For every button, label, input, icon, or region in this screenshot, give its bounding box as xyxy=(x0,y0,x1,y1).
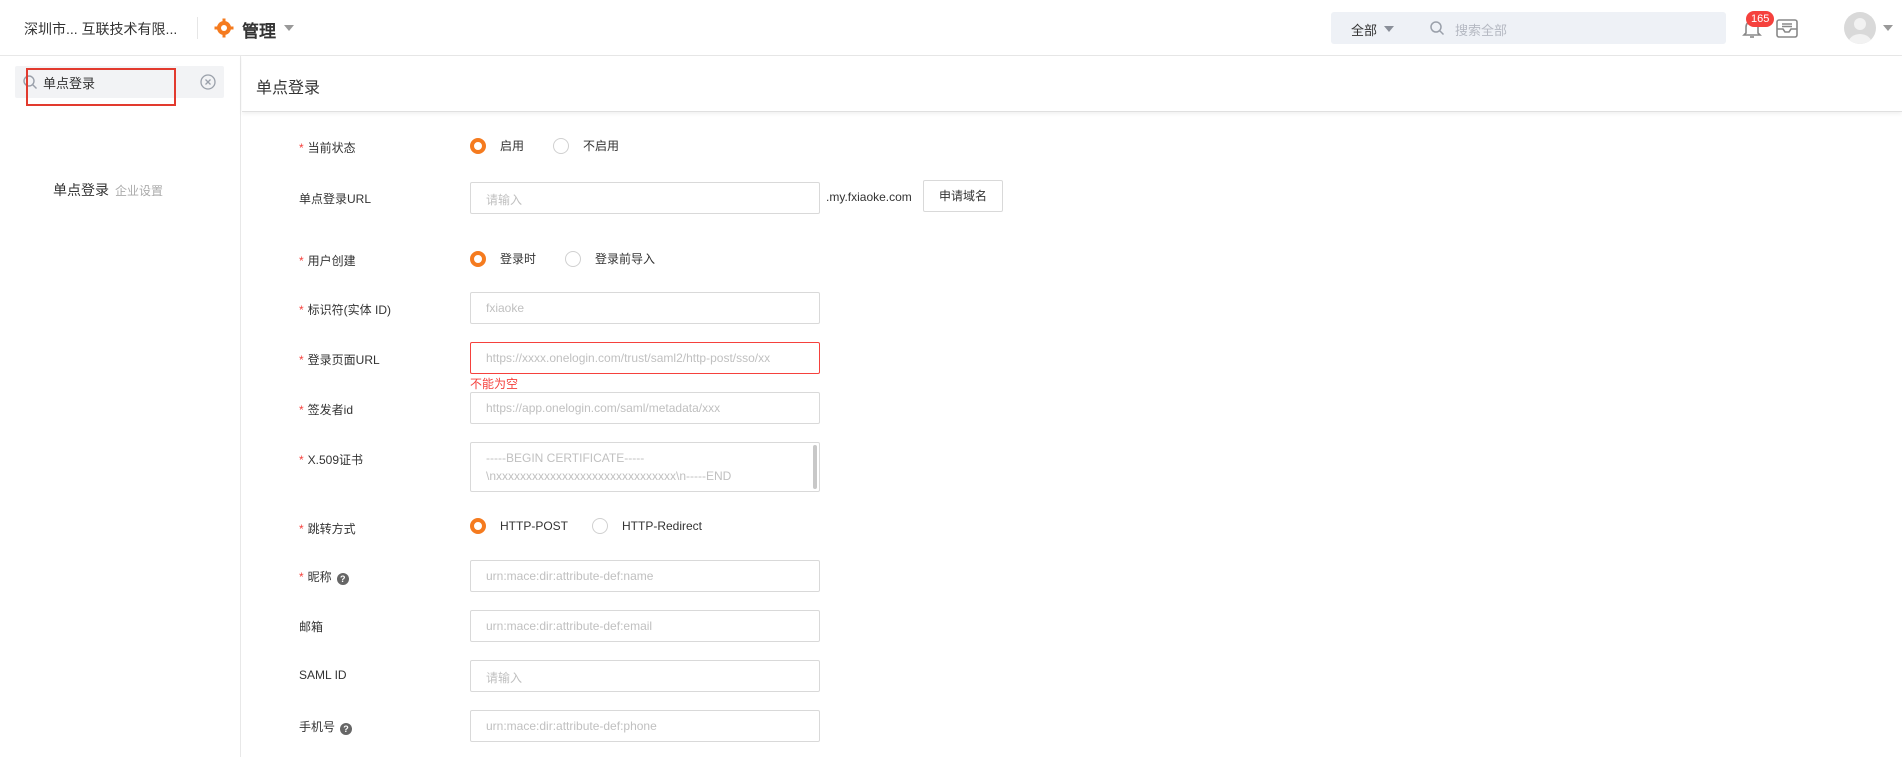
certificate-label: * X.509证书 xyxy=(299,453,364,467)
chevron-down-icon[interactable] xyxy=(1384,26,1394,32)
search-icon xyxy=(23,75,37,89)
module-title[interactable]: 管理 xyxy=(242,17,276,42)
user-create-on-login-radio[interactable]: 登录时 xyxy=(470,250,536,267)
page-header: 单点登录 xyxy=(242,56,1902,112)
status-enabled-radio[interactable]: 启用 xyxy=(470,137,524,154)
status-disabled-radio[interactable]: 不启用 xyxy=(553,137,619,154)
search-input[interactable]: 搜索全部 xyxy=(1455,20,1507,39)
sso-url-suffix: .my.fxiaoke.com xyxy=(826,190,912,204)
radio-icon xyxy=(592,518,608,534)
user-icon xyxy=(1848,18,1872,44)
help-icon[interactable]: ? xyxy=(340,723,353,735)
help-icon[interactable]: ? xyxy=(336,573,349,585)
page-title: 单点登录 xyxy=(256,80,321,97)
user-create-label: * 用户创建 xyxy=(299,254,356,268)
chevron-down-icon[interactable] xyxy=(284,25,294,31)
email-input[interactable]: urn:mace:dir:attribute-def:email xyxy=(470,610,820,642)
status-label: * 当前状态 xyxy=(299,141,356,155)
sidebar-search[interactable] xyxy=(15,66,224,98)
search-scope-select[interactable]: 全部 xyxy=(1351,20,1377,39)
inbox-icon[interactable] xyxy=(1774,15,1800,41)
sidebar-item-category: 企业设置 xyxy=(115,184,164,198)
login-url-input[interactable]: https://xxxx.onelogin.com/trust/saml2/ht… xyxy=(470,342,820,374)
radio-icon xyxy=(470,518,486,534)
sso-url-label: 单点登录URL xyxy=(299,192,372,206)
saml-id-input[interactable]: 请输入 xyxy=(470,660,820,692)
issuer-id-input[interactable]: https://app.onelogin.com/saml/metadata/x… xyxy=(470,392,820,424)
login-url-error: 不能为空 xyxy=(470,377,519,391)
phone-label: 手机号? xyxy=(299,718,353,735)
notification-badge: 165 xyxy=(1746,11,1775,27)
nickname-input[interactable]: urn:mace:dir:attribute-def:name xyxy=(470,560,820,592)
clear-icon[interactable] xyxy=(200,74,216,90)
login-url-label: * 登录页面URL xyxy=(299,353,380,367)
sso-url-input[interactable]: 请输入 xyxy=(470,182,820,214)
gear-icon xyxy=(214,18,234,38)
radio-icon xyxy=(553,138,569,154)
radio-icon xyxy=(470,251,486,267)
scrollbar[interactable] xyxy=(813,445,817,489)
chevron-down-icon[interactable] xyxy=(1883,25,1893,31)
issuer-id-label: * 签发者id xyxy=(299,403,354,417)
redirect-label: * 跳转方式 xyxy=(299,522,356,536)
phone-input[interactable]: urn:mace:dir:attribute-def:phone xyxy=(470,710,820,742)
search-icon xyxy=(1430,21,1445,36)
sidebar: 单点登录企业设置 xyxy=(0,56,241,757)
avatar[interactable] xyxy=(1844,12,1876,44)
top-bar: 深圳市... 互联技术有限... 管理 全部 搜索全部 165 xyxy=(0,0,1902,56)
sidebar-item-label: 单点登录 xyxy=(53,182,109,198)
certificate-placeholder: -----BEGIN CERTIFICATE-----\nxxxxxxxxxxx… xyxy=(486,451,732,483)
sidebar-item-sso[interactable]: 单点登录 企业设置 xyxy=(53,180,163,200)
nickname-label: * 昵称? xyxy=(299,568,349,585)
apply-domain-button[interactable]: 申请域名 xyxy=(923,180,1003,212)
saml-id-label: SAML ID xyxy=(299,668,347,682)
global-search[interactable]: 全部 搜索全部 xyxy=(1331,12,1726,44)
sidebar-search-input[interactable] xyxy=(43,72,183,92)
email-label: 邮箱 xyxy=(299,620,324,634)
entity-id-label: * 标识符(实体 ID) xyxy=(299,303,391,317)
redirect-redirect-radio[interactable]: HTTP-Redirect xyxy=(592,518,702,534)
redirect-post-radio[interactable]: HTTP-POST xyxy=(470,518,568,534)
user-create-preimport-radio[interactable]: 登录前导入 xyxy=(565,250,655,267)
entity-id-input[interactable]: fxiaoke xyxy=(470,292,820,324)
radio-icon xyxy=(565,251,581,267)
company-name[interactable]: 深圳市... 互联技术有限... xyxy=(24,19,177,39)
divider xyxy=(197,17,198,39)
certificate-textarea[interactable]: -----BEGIN CERTIFICATE-----\nxxxxxxxxxxx… xyxy=(470,442,820,492)
radio-icon xyxy=(470,138,486,154)
